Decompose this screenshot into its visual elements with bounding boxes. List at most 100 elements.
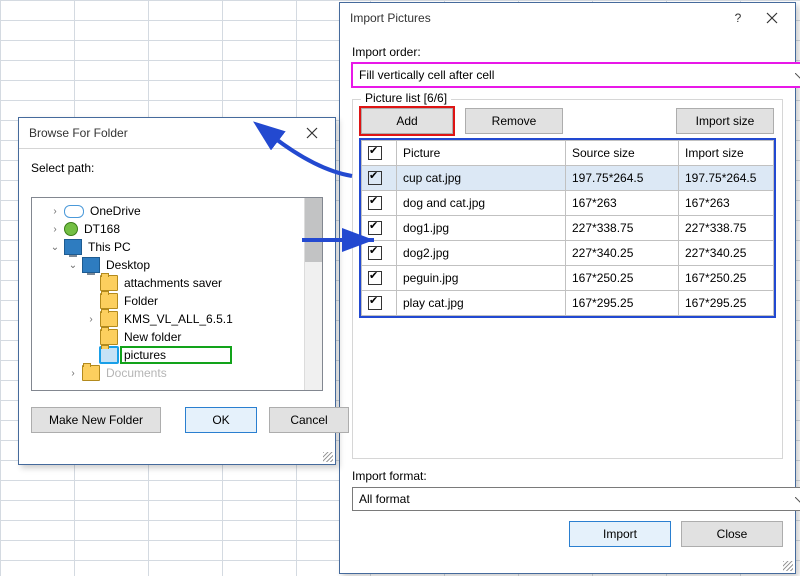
tree-node[interactable]: › Documents <box>36 364 318 382</box>
import-format-select[interactable]: All format <box>352 487 800 511</box>
import-pictures-dialog: Import Pictures ? Import order: Fill ver… <box>339 2 796 574</box>
table-row[interactable]: dog2.jpg227*340.25227*340.25 <box>362 241 774 266</box>
tree-node[interactable]: › KMS_VL_ALL_6.5.1 <box>36 310 318 328</box>
folder-icon <box>100 347 118 363</box>
table-row[interactable]: dog and cat.jpg167*263167*263 <box>362 191 774 216</box>
tree-node[interactable]: Folder <box>36 292 318 310</box>
cell-source-size: 167*263 <box>566 191 679 216</box>
expand-icon[interactable]: ⌄ <box>50 242 60 253</box>
ok-button[interactable]: OK <box>185 407 257 433</box>
tree-node-label: This PC <box>86 240 133 254</box>
tree-node[interactable]: attachments saver <box>36 274 318 292</box>
picture-list-legend: Picture list [6/6] <box>361 91 451 105</box>
user-icon <box>64 222 78 236</box>
folder-icon <box>100 293 118 309</box>
tree-node[interactable]: New folder <box>36 328 318 346</box>
cell-import-size: 167*250.25 <box>679 266 774 291</box>
add-button[interactable]: Add <box>361 108 453 134</box>
folder-icon <box>100 275 118 291</box>
tree-node[interactable]: › DT168 <box>36 220 318 238</box>
cancel-button[interactable]: Cancel <box>269 407 349 433</box>
remove-button[interactable]: Remove <box>465 108 563 134</box>
cell-source-size: 227*340.25 <box>566 241 679 266</box>
row-checkbox[interactable] <box>368 171 382 185</box>
import-title: Import Pictures <box>350 11 721 25</box>
help-button[interactable]: ? <box>721 6 755 30</box>
resize-grip[interactable] <box>783 561 793 571</box>
table-row[interactable]: play cat.jpg167*295.25167*295.25 <box>362 291 774 316</box>
cell-source-size: 197.75*264.5 <box>566 166 679 191</box>
folder-tree[interactable]: › OneDrive › DT168 ⌄ This PC ⌄ Desktop attachmen… <box>31 197 323 391</box>
cell-source-size: 167*250.25 <box>566 266 679 291</box>
picture-table: Picture Source size Import size cup cat.… <box>361 140 774 316</box>
col-source-size[interactable]: Source size <box>566 141 679 166</box>
table-row[interactable]: peguin.jpg167*250.25167*250.25 <box>362 266 774 291</box>
tree-node-label: OneDrive <box>88 204 143 218</box>
tree-node-label: KMS_VL_ALL_6.5.1 <box>122 312 235 326</box>
close-icon[interactable] <box>755 6 789 30</box>
tree-node[interactable]: › OneDrive <box>36 202 318 220</box>
folder-icon <box>100 329 118 345</box>
tree-node-label: Desktop <box>104 258 152 272</box>
tree-node[interactable]: pictures <box>36 346 318 364</box>
select-all-checkbox[interactable] <box>368 146 382 160</box>
chevron-down-icon <box>795 68 800 82</box>
row-checkbox[interactable] <box>368 296 382 310</box>
cell-picture: peguin.jpg <box>397 266 566 291</box>
import-order-select[interactable]: Fill vertically cell after cell <box>352 63 800 87</box>
picture-list-group: Picture list [6/6] Add Remove Import siz… <box>352 99 783 459</box>
expand-icon[interactable]: › <box>50 206 60 217</box>
import-titlebar[interactable]: Import Pictures ? <box>340 3 795 33</box>
tree-node-label: attachments saver <box>122 276 224 290</box>
cell-import-size: 167*295.25 <box>679 291 774 316</box>
tree-node[interactable]: ⌄ Desktop <box>36 256 318 274</box>
table-header: Picture Source size Import size <box>362 141 774 166</box>
tree-node-label: DT168 <box>82 222 122 236</box>
row-checkbox[interactable] <box>368 196 382 210</box>
browse-title: Browse For Folder <box>29 126 295 140</box>
col-picture[interactable]: Picture <box>397 141 566 166</box>
folder-icon <box>82 365 100 381</box>
table-row[interactable]: dog1.jpg227*338.75227*338.75 <box>362 216 774 241</box>
tree-scrollbar[interactable] <box>304 198 322 390</box>
tree-node-label: Folder <box>122 294 160 308</box>
cell-picture: dog1.jpg <box>397 216 566 241</box>
expand-icon[interactable]: › <box>50 224 60 235</box>
cell-picture: dog2.jpg <box>397 241 566 266</box>
cloud-icon <box>64 205 84 218</box>
cell-source-size: 227*338.75 <box>566 216 679 241</box>
tree-node-label: New folder <box>122 330 183 344</box>
close-button[interactable]: Close <box>681 521 783 547</box>
import-order-label: Import order: <box>352 45 783 59</box>
tree-node[interactable]: ⌄ This PC <box>36 238 318 256</box>
cell-import-size: 167*263 <box>679 191 774 216</box>
cell-import-size: 227*340.25 <box>679 241 774 266</box>
tree-node-label: Documents <box>104 366 169 380</box>
cell-import-size: 197.75*264.5 <box>679 166 774 191</box>
cell-picture: cup cat.jpg <box>397 166 566 191</box>
resize-grip[interactable] <box>323 452 333 462</box>
annotation-arrow <box>300 230 380 253</box>
cell-import-size: 227*338.75 <box>679 216 774 241</box>
import-size-button[interactable]: Import size <box>676 108 774 134</box>
row-checkbox[interactable] <box>368 271 382 285</box>
cell-source-size: 167*295.25 <box>566 291 679 316</box>
table-row[interactable]: cup cat.jpg197.75*264.5197.75*264.5 <box>362 166 774 191</box>
monitor-icon <box>82 257 100 273</box>
expand-icon[interactable]: ⌄ <box>68 260 78 271</box>
import-format-value: All format <box>359 492 410 506</box>
import-button[interactable]: Import <box>569 521 671 547</box>
tree-node-label: pictures <box>122 348 230 362</box>
cell-picture: dog and cat.jpg <box>397 191 566 216</box>
monitor-icon <box>64 239 82 255</box>
make-new-folder-button[interactable]: Make New Folder <box>31 407 161 433</box>
folder-icon <box>100 311 118 327</box>
expand-icon[interactable]: › <box>68 368 78 379</box>
expand-icon[interactable]: › <box>86 314 96 325</box>
import-format-label: Import format: <box>352 469 783 483</box>
annotation-arrow <box>266 130 356 183</box>
cell-picture: play cat.jpg <box>397 291 566 316</box>
chevron-down-icon <box>795 492 800 506</box>
import-order-value: Fill vertically cell after cell <box>359 68 494 82</box>
col-import-size[interactable]: Import size <box>679 141 774 166</box>
